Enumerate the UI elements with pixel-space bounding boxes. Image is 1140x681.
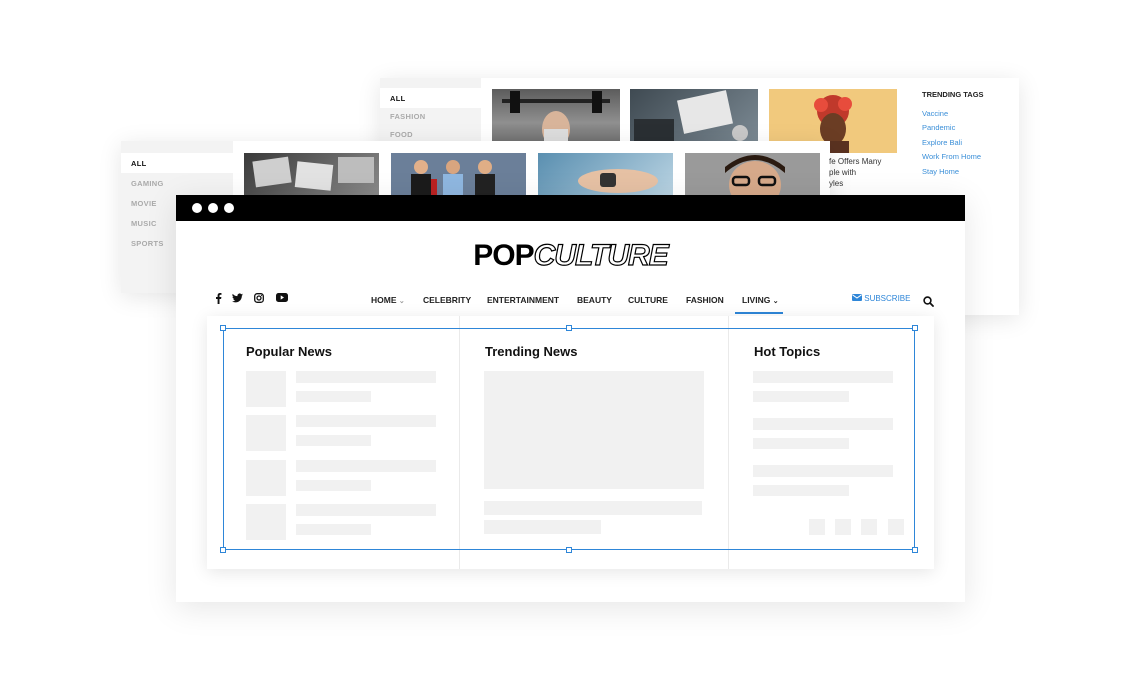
nav-active-underline	[735, 312, 783, 314]
resize-handle-top-left[interactable]	[220, 325, 226, 331]
photos-photo[interactable]	[244, 153, 379, 195]
nav-item-entertainment[interactable]: ENTERTAINMENT	[487, 295, 559, 305]
article-snippet-line-1: fe Offers Many	[829, 157, 882, 166]
window-dot-3[interactable]	[224, 203, 234, 213]
nav-item-home[interactable]: HOME ⌄	[371, 295, 405, 305]
site-logo[interactable]: POPCULTURE	[176, 238, 965, 273]
nav-item-fashion[interactable]: FASHION	[686, 295, 724, 305]
man-glasses-photo-art	[725, 155, 785, 195]
nav-living-label: LIVING	[742, 295, 771, 305]
logo-bold-text: POP	[473, 239, 534, 272]
twitter-icon[interactable]	[232, 293, 243, 306]
photos-photo-art	[252, 156, 374, 191]
resize-handle-bottom-left[interactable]	[220, 547, 226, 553]
facebook-icon[interactable]	[215, 293, 222, 307]
hand-watch-photo-art	[578, 169, 658, 193]
mail-icon	[852, 294, 862, 303]
desk-photo-art	[634, 90, 748, 143]
back-category-fashion[interactable]: FASHION	[380, 106, 481, 126]
tag-link-explore-bali[interactable]: Explore Bali	[922, 138, 962, 147]
man-glasses-photo[interactable]	[685, 153, 820, 195]
nav-item-living[interactable]: LIVING ⌄	[742, 295, 779, 305]
gym-photo[interactable]	[492, 89, 620, 145]
article-snippet: fe Offers Many ple with yles	[829, 156, 881, 189]
subscribe-label: SUBSCRIBE	[864, 294, 911, 303]
tag-link-pandemic[interactable]: Pandemic	[922, 123, 955, 132]
gym-photo-art	[502, 91, 610, 145]
back-category-all[interactable]: ALL	[380, 88, 481, 108]
desk-photo[interactable]	[630, 89, 758, 145]
tag-link-vaccine[interactable]: Vaccine	[922, 109, 948, 118]
middle-category-gaming[interactable]: GAMING	[121, 173, 233, 193]
subscribe-button[interactable]: SUBSCRIBE	[852, 294, 910, 303]
resize-handle-top-center[interactable]	[566, 325, 572, 331]
resize-handle-bottom-center[interactable]	[566, 547, 572, 553]
window-dot-2[interactable]	[208, 203, 218, 213]
chevron-down-icon: ⌄	[398, 298, 405, 305]
trending-tags-heading: TRENDING TAGS	[922, 90, 984, 99]
tag-link-stay-home[interactable]: Stay Home	[922, 167, 959, 176]
crowd-photo[interactable]	[391, 153, 526, 195]
nav-item-celebrity[interactable]: CELEBRITY	[423, 295, 471, 305]
crowd-photo-art	[411, 160, 495, 195]
trending-tags-section: TRENDING TAGS Vaccine Pandemic Explore B…	[922, 90, 1012, 200]
window-dot-1[interactable]	[192, 203, 202, 213]
logo-outline-text: CULTURE	[533, 238, 669, 272]
nav-item-beauty[interactable]: BEAUTY	[577, 295, 612, 305]
middle-category-all[interactable]: ALL	[121, 153, 233, 173]
tag-link-work-from-home[interactable]: Work From Home	[922, 152, 981, 161]
hand-watch-photo[interactable]	[538, 153, 673, 195]
article-snippet-line-2: ple with	[829, 168, 857, 177]
nav-home-label: HOME	[371, 295, 397, 305]
search-icon[interactable]	[923, 294, 934, 312]
article-snippet-line-3: yles	[829, 179, 844, 188]
nav-item-culture[interactable]: CULTURE	[628, 295, 668, 305]
browser-titlebar	[176, 195, 965, 221]
selection-box[interactable]	[223, 328, 915, 550]
chevron-down-icon: ⌄	[772, 298, 779, 305]
resize-handle-top-right[interactable]	[912, 325, 918, 331]
youtube-icon[interactable]	[276, 293, 288, 305]
instagram-icon[interactable]	[254, 293, 264, 306]
resize-handle-bottom-right[interactable]	[912, 547, 918, 553]
